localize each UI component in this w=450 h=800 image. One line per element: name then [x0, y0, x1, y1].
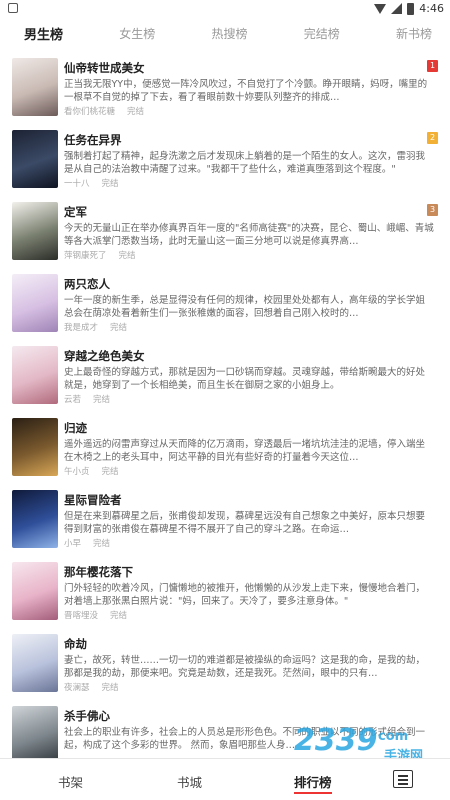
- book-description: 遥外遥远的闷雷声穿过从天而降的亿万滴雨，穿透最后一堵坑坑洼洼的泥墙，停入端坐在木…: [64, 439, 426, 463]
- book-title[interactable]: 命劫: [64, 636, 87, 652]
- book-row[interactable]: 定军今天的无量山正在举办修真界百年一度的"名师高徒赛"的决赛，昆仑、蜀山、峨嵋、…: [0, 196, 450, 268]
- nav-active-indicator: [294, 792, 332, 794]
- tab-male-rank[interactable]: 男生榜: [24, 24, 63, 43]
- book-author: 我是成才: [64, 323, 99, 333]
- book-author: 萍钢康死了: [64, 251, 107, 261]
- book-author: 午小贞: [64, 467, 90, 477]
- book-meta: 看你们桃花糖 完结: [64, 105, 144, 117]
- book-row[interactable]: 两只恋人一年一度的新生季，总是显得没有任何的规律，校园里处处都有人，高年级的学长…: [0, 268, 450, 340]
- rank-badge: 2: [427, 132, 438, 144]
- book-cover-image[interactable]: [12, 346, 58, 404]
- book-description: 但是在来到慕碑星之后，张甫俊却发现，慕碑星远没有自己想象之中美好，原本只想要得到…: [64, 511, 426, 535]
- book-title[interactable]: 星际冒险者: [64, 492, 122, 508]
- book-title[interactable]: 两只恋人: [64, 276, 110, 292]
- book-description: 今天的无量山正在举办修真界百年一度的"名师高徒赛"的决赛，昆仑、蜀山、峨嵋、青城…: [64, 223, 434, 247]
- book-status: 完结: [110, 611, 128, 621]
- book-cover-image[interactable]: [12, 490, 58, 548]
- book-description: 正当我无限YY中，便感觉一阵冷风吹过，不自觉打了个冷颤。睁开眼睛，妈呀，嘴里的一…: [64, 79, 428, 103]
- book-meta: 夜澜瑟 完结: [64, 681, 119, 693]
- book-meta: 云若 完结: [64, 393, 110, 405]
- book-row[interactable]: 穿越之绝色美女史上最奇怪的穿越方式，那就是因为一口砂锅而穿越。灵魂穿越，带给斯畹…: [0, 340, 450, 412]
- book-cover-image[interactable]: [12, 562, 58, 620]
- book-cover-image[interactable]: [12, 418, 58, 476]
- book-row[interactable]: 那年樱花落下门外轻轻的吹着冷风，门慵懒地的被推开，他懒懒的从沙发上走下来，慢慢地…: [0, 556, 450, 628]
- nav-bookstore[interactable]: 书城: [177, 772, 202, 791]
- book-status: 完结: [93, 539, 111, 549]
- book-title[interactable]: 穿越之绝色美女: [64, 348, 145, 364]
- book-description: 强制着打起了精神，起身洗漱之后才发现床上躺着的是一个陌生的女人。这次，雷羽我是从…: [64, 151, 426, 175]
- tab-completed-rank[interactable]: 完结榜: [304, 25, 340, 42]
- book-row[interactable]: 星际冒险者但是在来到慕碑星之后，张甫俊却发现，慕碑星远没有自己想象之中美好，原本…: [0, 484, 450, 556]
- book-meta: 萍钢康死了 完结: [64, 249, 136, 261]
- book-cover-image[interactable]: [12, 58, 58, 116]
- book-cover-image[interactable]: [12, 706, 58, 758]
- menu-icon[interactable]: [393, 770, 413, 788]
- book-cover-image[interactable]: [12, 130, 58, 188]
- tab-new-book-rank[interactable]: 新书榜: [396, 25, 432, 42]
- book-list: 仙帝转世成美女正当我无限YY中，便感觉一阵冷风吹过，不自觉打了个冷颤。睁开眼睛，…: [0, 52, 450, 758]
- book-row[interactable]: 命劫妻亡，故死，转世……一切一切的难道都是被操纵的命运吗？这是我的命，是我的劫，…: [0, 628, 450, 700]
- book-row[interactable]: 归迹遥外遥远的闷雷声穿过从天而降的亿万滴雨，穿透最后一堵坑坑洼洼的泥墙，停入端坐…: [0, 412, 450, 484]
- book-title[interactable]: 那年樱花落下: [64, 564, 133, 580]
- book-meta: 晋喀埋没 完结: [64, 609, 127, 621]
- book-author: 云若: [64, 395, 82, 405]
- book-status: 完结: [101, 683, 119, 693]
- book-title[interactable]: 归迹: [64, 420, 87, 436]
- battery-icon: [407, 2, 415, 15]
- book-description: 史上最奇怪的穿越方式，那就是因为一口砂锅而穿越。灵魂穿越，带给斯畹最大的好处就是…: [64, 367, 426, 391]
- status-bar: 4:46: [0, 0, 450, 18]
- book-meta: 小早 完结: [64, 537, 110, 549]
- svg-text:2339: 2339: [294, 723, 378, 758]
- book-cover-image[interactable]: [12, 274, 58, 332]
- book-author: 小早: [64, 539, 82, 549]
- book-meta: 午小贞 完结: [64, 465, 119, 477]
- bottom-nav: 书架 书城 排行榜: [0, 758, 450, 800]
- book-author: 晋喀埋没: [64, 611, 99, 621]
- book-row[interactable]: 仙帝转世成美女正当我无限YY中，便感觉一阵冷风吹过，不自觉打了个冷颤。睁开眼睛，…: [0, 52, 450, 124]
- rank-badge: 3: [427, 204, 438, 216]
- book-title[interactable]: 定军: [64, 204, 87, 220]
- book-cover-image[interactable]: [12, 634, 58, 692]
- book-author: 看你们桃花糖: [64, 107, 116, 117]
- tab-female-rank[interactable]: 女生榜: [119, 25, 155, 42]
- book-title[interactable]: 任务在异界: [64, 132, 122, 148]
- wifi-icon: [374, 3, 387, 14]
- nav-bookshelf[interactable]: 书架: [58, 772, 83, 791]
- book-author: 一十八: [64, 179, 90, 189]
- rank-tabs: 男生榜 女生榜 热搜榜 完结榜 新书榜: [0, 18, 450, 48]
- status-time: 4:46: [419, 2, 444, 15]
- book-row[interactable]: 任务在异界强制着打起了精神，起身洗漱之后才发现床上躺着的是一个陌生的女人。这次，…: [0, 124, 450, 196]
- book-description: 一年一度的新生季，总是显得没有任何的规律，校园里处处都有人，高年级的学长学姐总会…: [64, 295, 426, 319]
- notification-icon: [8, 3, 18, 13]
- book-meta: 一十八 完结: [64, 177, 119, 189]
- rank-badge: 1: [427, 60, 438, 72]
- book-author: 夜澜瑟: [64, 683, 90, 693]
- book-status: 完结: [118, 251, 136, 261]
- book-description: 门外轻轻的吹着冷风，门慵懒地的被推开，他懒懒的从沙发上走下来，慢慢地合着门，对着…: [64, 583, 426, 607]
- tab-hot-search-rank[interactable]: 热搜榜: [211, 25, 247, 42]
- book-title[interactable]: 仙帝转世成美女: [64, 60, 145, 76]
- signal-icon: [391, 3, 403, 14]
- book-status: 完结: [127, 107, 145, 117]
- book-description: 妻亡，故死，转世……一切一切的难道都是被操纵的命运吗？这是我的命，是我的劫，那都…: [64, 655, 426, 679]
- book-meta: 我是成才 完结: [64, 321, 127, 333]
- book-status: 完结: [110, 323, 128, 333]
- book-status: 完结: [93, 395, 111, 405]
- nav-ranking[interactable]: 排行榜: [294, 772, 332, 791]
- book-status: 完结: [101, 179, 119, 189]
- book-title[interactable]: 杀手佛心: [64, 708, 110, 724]
- book-cover-image[interactable]: [12, 202, 58, 260]
- svg-text:com: com: [378, 729, 408, 744]
- book-status: 完结: [101, 467, 119, 477]
